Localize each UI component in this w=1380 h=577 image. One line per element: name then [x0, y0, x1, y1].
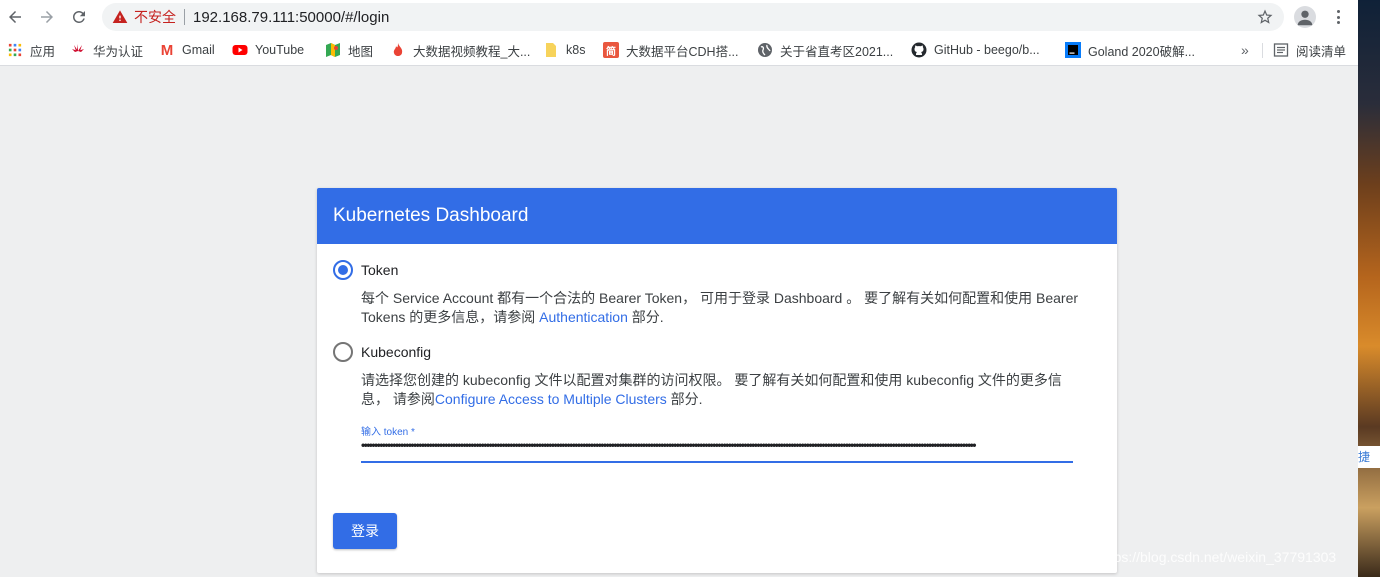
token-input-value: ••••••••••••••••••••••••••••••••••••••••…: [361, 438, 976, 452]
bookmark-label: 阅读清单: [1296, 44, 1347, 59]
kubeconfig-radio[interactable]: [333, 342, 353, 362]
token-desc-text: 每个 Service Account 都有一个合法的 Bearer Token，…: [361, 290, 1079, 325]
bookmark-goland[interactable]: Goland 2020破解...: [1065, 40, 1195, 60]
reading-list-icon: [1273, 42, 1289, 58]
bookmarks-bar: 应用 华为认证 M Gmail YouTube 地图 大数据视频教程_大... …: [0, 34, 1358, 66]
bookmark-k8s[interactable]: k8s: [543, 40, 585, 60]
side-strip-text: 捷上: [1358, 446, 1380, 468]
reload-icon[interactable]: [68, 6, 90, 28]
back-icon[interactable]: [4, 6, 26, 28]
globe-icon: [757, 42, 773, 58]
folder-icon: [543, 42, 559, 58]
maps-icon: [325, 42, 341, 58]
huawei-icon: [70, 42, 86, 58]
bookmark-maps[interactable]: 地图: [325, 40, 373, 60]
bookmark-label: Gmail: [182, 43, 215, 57]
page-title: Kubernetes Dashboard: [333, 205, 529, 226]
kubeconfig-description: 请选择您创建的 kubeconfig 文件以配置对集群的访问权限。 要了解有关如…: [361, 371, 1081, 409]
bookmark-label: 华为认证: [93, 44, 144, 59]
token-radio[interactable]: [333, 260, 353, 280]
bookmark-label: Goland 2020破解...: [1088, 44, 1196, 59]
apps-grid-icon: [7, 42, 23, 58]
youtube-icon: [232, 42, 248, 58]
github-icon: [911, 42, 927, 58]
bookmarks-divider: [1262, 43, 1263, 58]
insecure-label[interactable]: 不安全: [134, 7, 176, 27]
configure-access-link[interactable]: Configure Access to Multiple Clusters: [435, 391, 667, 407]
jianshu-icon: 简: [603, 42, 619, 58]
warning-icon: [112, 10, 128, 23]
kubeconfig-desc-suffix: 部分.: [666, 391, 703, 407]
flame-icon: [390, 42, 406, 58]
address-bar[interactable]: 不安全 192.168.79.111:50000/#/login: [102, 3, 1284, 31]
bookmark-label: YouTube: [255, 43, 305, 57]
bookmark-label: 关于省直考区2021...: [780, 44, 894, 59]
url-text[interactable]: 192.168.79.111:50000/#/login: [193, 9, 389, 26]
login-card: Kubernetes Dashboard Token 每个 Service Ac…: [317, 188, 1117, 573]
bookmark-reading-list[interactable]: 阅读清单: [1273, 40, 1346, 60]
token-desc-suffix: 部分.: [627, 309, 664, 325]
watermark: https://blog.csdn.net/weixin_37791303: [1098, 549, 1337, 565]
bookmark-youtube[interactable]: YouTube: [232, 40, 304, 60]
kubeconfig-option[interactable]: Kubeconfig: [333, 342, 431, 362]
token-field-label: 输入 token *: [361, 427, 415, 438]
forward-icon[interactable]: [36, 6, 58, 28]
bookmark-label: 地图: [348, 44, 374, 59]
bookmark-github[interactable]: GitHub - beego/b...: [911, 40, 1040, 60]
authentication-link[interactable]: Authentication: [539, 309, 628, 325]
bookmark-star-icon[interactable]: [1256, 8, 1274, 26]
bookmark-label: 大数据平台CDH搭...: [626, 44, 739, 59]
card-header: Kubernetes Dashboard: [317, 188, 1117, 244]
browser-menu-icon[interactable]: [1330, 8, 1346, 26]
bookmark-bigdata-video[interactable]: 大数据视频教程_大...: [390, 40, 530, 60]
bookmark-apps[interactable]: 应用: [7, 40, 55, 60]
token-input[interactable]: ••••••••••••••••••••••••••••••••••••••••…: [361, 438, 1073, 463]
bookmark-gmail[interactable]: M Gmail: [159, 40, 215, 60]
gmail-icon: M: [160, 41, 174, 59]
desktop-wallpaper-strip: 捷上: [1358, 0, 1380, 577]
kubeconfig-option-label: Kubeconfig: [361, 344, 432, 360]
bookmark-label: k8s: [566, 43, 586, 57]
bookmark-label: 应用: [30, 44, 56, 59]
login-button[interactable]: 登录: [333, 513, 397, 549]
goland-icon: [1065, 42, 1081, 58]
token-option-label: Token: [361, 262, 399, 278]
profile-avatar-icon[interactable]: [1294, 6, 1316, 28]
more-bookmarks-icon[interactable]: »: [1241, 40, 1249, 60]
token-description: 每个 Service Account 都有一个合法的 Bearer Token，…: [361, 289, 1081, 327]
bookmark-huawei[interactable]: 华为认证: [70, 40, 143, 60]
bookmark-cdh[interactable]: 简 大数据平台CDH搭...: [603, 40, 739, 60]
token-option[interactable]: Token: [333, 260, 398, 280]
browser-toolbar: 不安全 192.168.79.111:50000/#/login: [0, 0, 1358, 34]
omnibox-divider: [184, 9, 185, 25]
bookmark-label: GitHub - beego/b...: [934, 43, 1040, 57]
bookmark-label: 大数据视频教程_大...: [413, 44, 531, 59]
bookmark-exam[interactable]: 关于省直考区2021...: [757, 40, 893, 60]
